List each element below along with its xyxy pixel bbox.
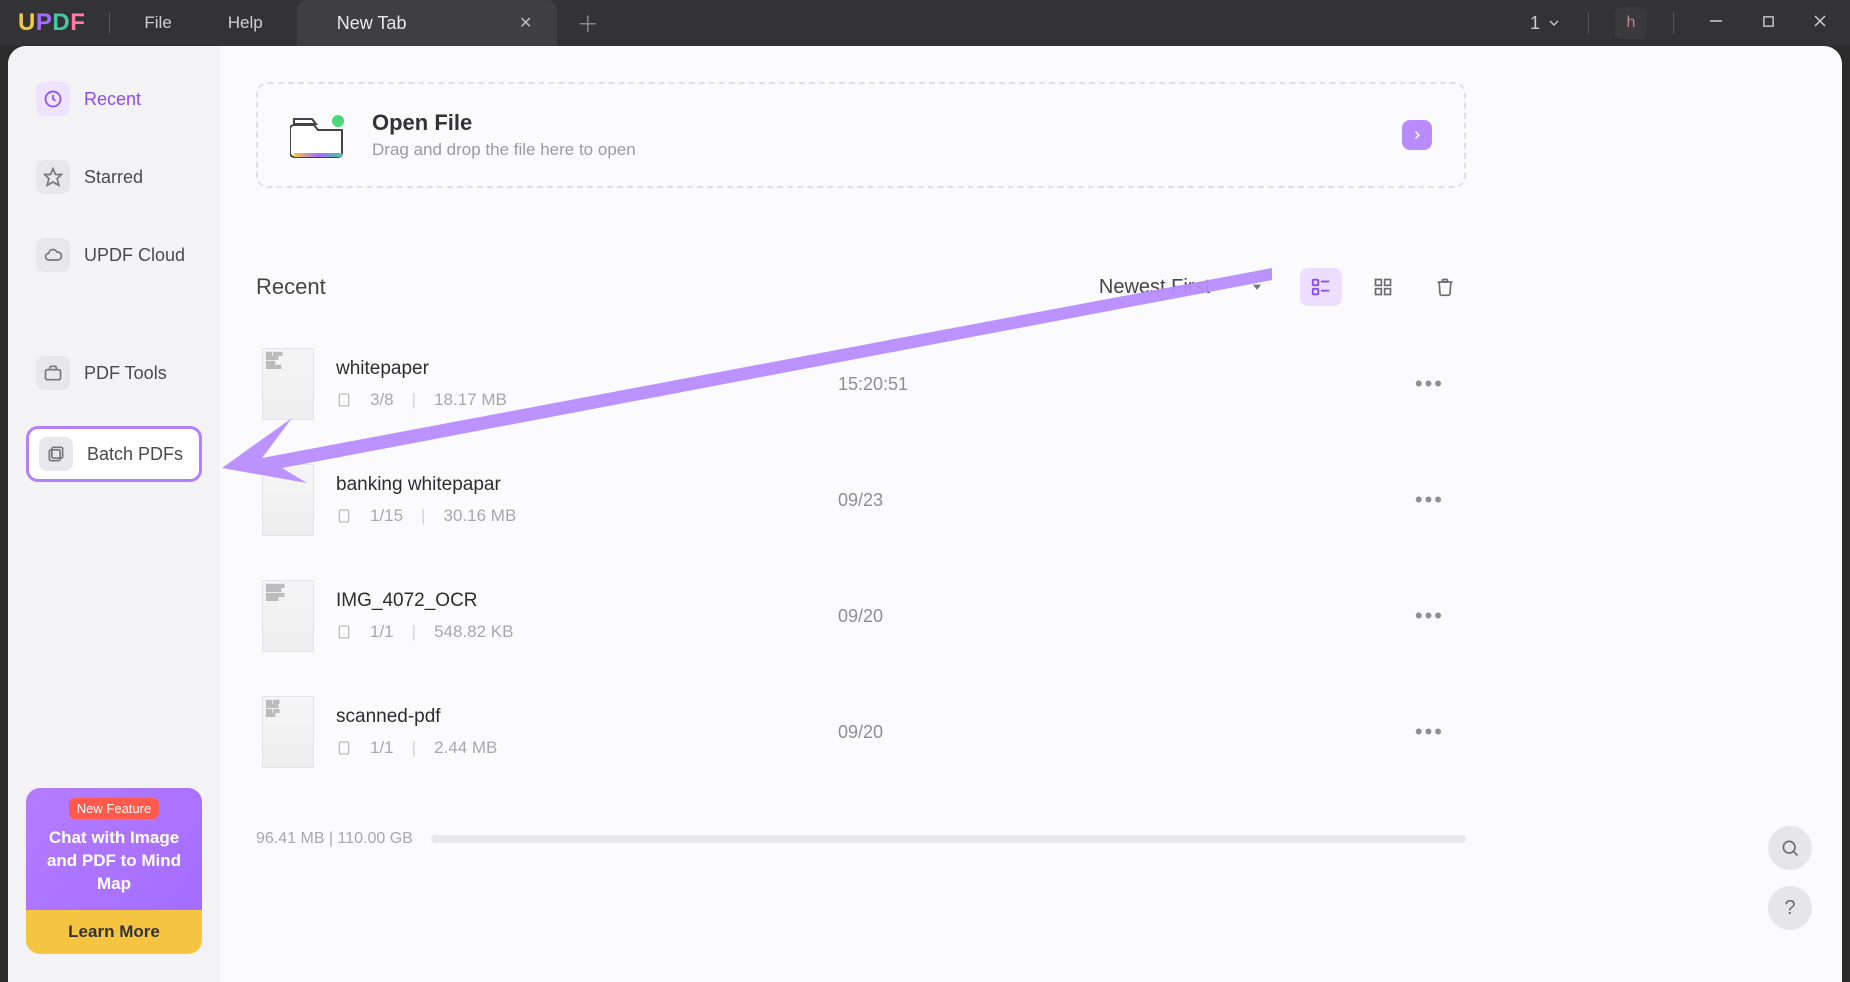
file-row[interactable]: ▇▇▇▇▇▇▇▇▇▇▇▇▇▇▇▇▇▇▇▇▇ IMG_4072_OCR 1/1 |… — [256, 558, 1466, 674]
file-size: 30.16 MB — [444, 506, 517, 526]
sidebar-item-recent[interactable]: Recent — [26, 74, 202, 124]
menu-help[interactable]: Help — [200, 13, 291, 33]
file-thumbnail: ▇▇▇▇▇▇▇▇▇▇▇▇▇▇▇▇▇▇▇▇▇ — [262, 580, 314, 652]
open-file-card[interactable]: Open File Drag and drop the file here to… — [256, 82, 1466, 188]
file-time: 09/23 — [838, 490, 1377, 511]
tab-label: New Tab — [337, 13, 407, 34]
open-file-title: Open File — [372, 110, 636, 136]
recent-files-list: ▇▇ ▇▇▇▇▇▇▇▇▇▇▇▇▇▇▇ whitepaper 3/8 | 18.1… — [256, 326, 1466, 790]
search-icon — [1780, 838, 1800, 858]
promo-card: New Feature Chat with Image and PDF to M… — [26, 788, 202, 954]
file-time: 15:20:51 — [838, 374, 1377, 395]
folder-icon — [290, 111, 346, 159]
sort-dropdown[interactable]: Newest First — [1083, 270, 1280, 305]
chevron-down-icon — [1546, 15, 1562, 31]
promo-badge: New Feature — [69, 798, 159, 819]
promo-text: Chat with Image and PDF to Mind Map — [36, 827, 192, 896]
menu-file[interactable]: File — [116, 13, 199, 33]
file-more-button[interactable]: ••• — [1399, 371, 1460, 397]
close-window-button[interactable] — [1804, 13, 1836, 33]
list-view-button[interactable] — [1300, 268, 1342, 306]
app-logo: UPDF — [0, 9, 103, 37]
separator — [109, 12, 110, 34]
stack-icon — [39, 437, 73, 471]
sidebar-item-cloud[interactable]: UPDF Cloud — [26, 230, 202, 280]
sidebar-item-label: UPDF Cloud — [84, 245, 185, 266]
grid-view-icon — [1373, 277, 1393, 297]
sidebar-item-label: Recent — [84, 89, 141, 110]
storage-total: 110.00 GB — [338, 830, 413, 847]
file-row[interactable]: banking whitepapar 1/15 | 30.16 MB 09/23… — [256, 442, 1466, 558]
expand-button[interactable] — [1402, 120, 1432, 150]
new-tab-button[interactable]: ＋ — [571, 7, 605, 39]
file-pages: 3/8 — [370, 390, 394, 410]
sidebar-item-pdftools[interactable]: PDF Tools — [26, 348, 202, 398]
grid-view-button[interactable] — [1362, 268, 1404, 306]
file-thumbnail: ▇▇ ▇▇▇▇▇▇▇▇ ▇▇▇▇▇ — [262, 696, 314, 768]
trash-icon — [1435, 276, 1455, 298]
promo-learn-more-button[interactable]: Learn More — [26, 910, 202, 954]
file-name: banking whitepapar — [336, 474, 816, 496]
app-body: Recent Starred UPDF Cloud PDF Tools Batc… — [8, 46, 1842, 982]
file-thumbnail — [262, 464, 314, 536]
sidebar-item-label: Starred — [84, 167, 143, 188]
titlebar: UPDF File Help New Tab ✕ ＋ 1 h — [0, 0, 1850, 46]
clock-icon — [36, 82, 70, 116]
file-more-button[interactable]: ••• — [1399, 487, 1460, 513]
file-row[interactable]: ▇▇ ▇▇▇▇▇▇▇▇▇▇▇▇▇▇▇ whitepaper 3/8 | 18.1… — [256, 326, 1466, 442]
list-view-icon — [1310, 276, 1332, 298]
pages-icon — [336, 508, 352, 524]
sidebar-item-batchpdfs[interactable]: Batch PDFs — [26, 426, 202, 482]
float-help-button[interactable]: ? — [1768, 886, 1812, 930]
dropdown-caret-icon — [1250, 280, 1264, 294]
file-more-button[interactable]: ••• — [1399, 603, 1460, 629]
sort-label: Newest First — [1099, 276, 1210, 299]
trash-button[interactable] — [1424, 268, 1466, 306]
toolbox-icon — [36, 356, 70, 390]
chevron-right-icon — [1411, 129, 1423, 141]
open-file-subtitle: Drag and drop the file here to open — [372, 140, 636, 160]
file-pages: 1/15 — [370, 506, 403, 526]
file-pages: 1/1 — [370, 738, 394, 758]
pages-icon — [336, 392, 352, 408]
file-time: 09/20 — [838, 606, 1377, 627]
star-icon — [36, 160, 70, 194]
maximize-button[interactable] — [1752, 13, 1784, 33]
file-pages: 1/1 — [370, 622, 394, 642]
file-thumbnail: ▇▇ ▇▇▇▇▇▇▇▇▇▇▇▇▇▇▇ — [262, 348, 314, 420]
float-search-button[interactable] — [1768, 826, 1812, 870]
storage-track — [431, 835, 1466, 843]
pages-icon — [336, 740, 352, 756]
tab-new[interactable]: New Tab ✕ — [297, 0, 557, 46]
main-content: Open File Drag and drop the file here to… — [220, 46, 1842, 982]
file-name: IMG_4072_OCR — [336, 590, 816, 612]
user-avatar[interactable]: h — [1615, 7, 1647, 39]
file-time: 09/20 — [838, 722, 1377, 743]
file-name: scanned-pdf — [336, 706, 816, 728]
file-size: 18.17 MB — [434, 390, 507, 410]
separator — [1673, 12, 1674, 34]
separator — [1588, 12, 1589, 34]
window-count[interactable]: 1 — [1530, 13, 1562, 34]
storage-bar: 96.41 MB | 110.00 GB — [256, 830, 1466, 848]
cloud-icon — [36, 238, 70, 272]
file-row[interactable]: ▇▇ ▇▇▇▇▇▇▇▇ ▇▇▇▇▇ scanned-pdf 1/1 | 2.44… — [256, 674, 1466, 790]
close-tab-icon[interactable]: ✕ — [515, 12, 537, 34]
file-size: 2.44 MB — [434, 738, 497, 758]
sidebar-item-label: Batch PDFs — [87, 444, 183, 465]
sidebar: Recent Starred UPDF Cloud PDF Tools Batc… — [8, 46, 220, 982]
sidebar-item-label: PDF Tools — [84, 363, 167, 384]
file-name: whitepaper — [336, 358, 816, 380]
file-more-button[interactable]: ••• — [1399, 719, 1460, 745]
pages-icon — [336, 624, 352, 640]
sidebar-item-starred[interactable]: Starred — [26, 152, 202, 202]
file-size: 548.82 KB — [434, 622, 513, 642]
storage-used: 96.41 MB — [256, 830, 324, 847]
minimize-button[interactable] — [1700, 13, 1732, 33]
recent-section-heading: Recent — [256, 274, 326, 300]
